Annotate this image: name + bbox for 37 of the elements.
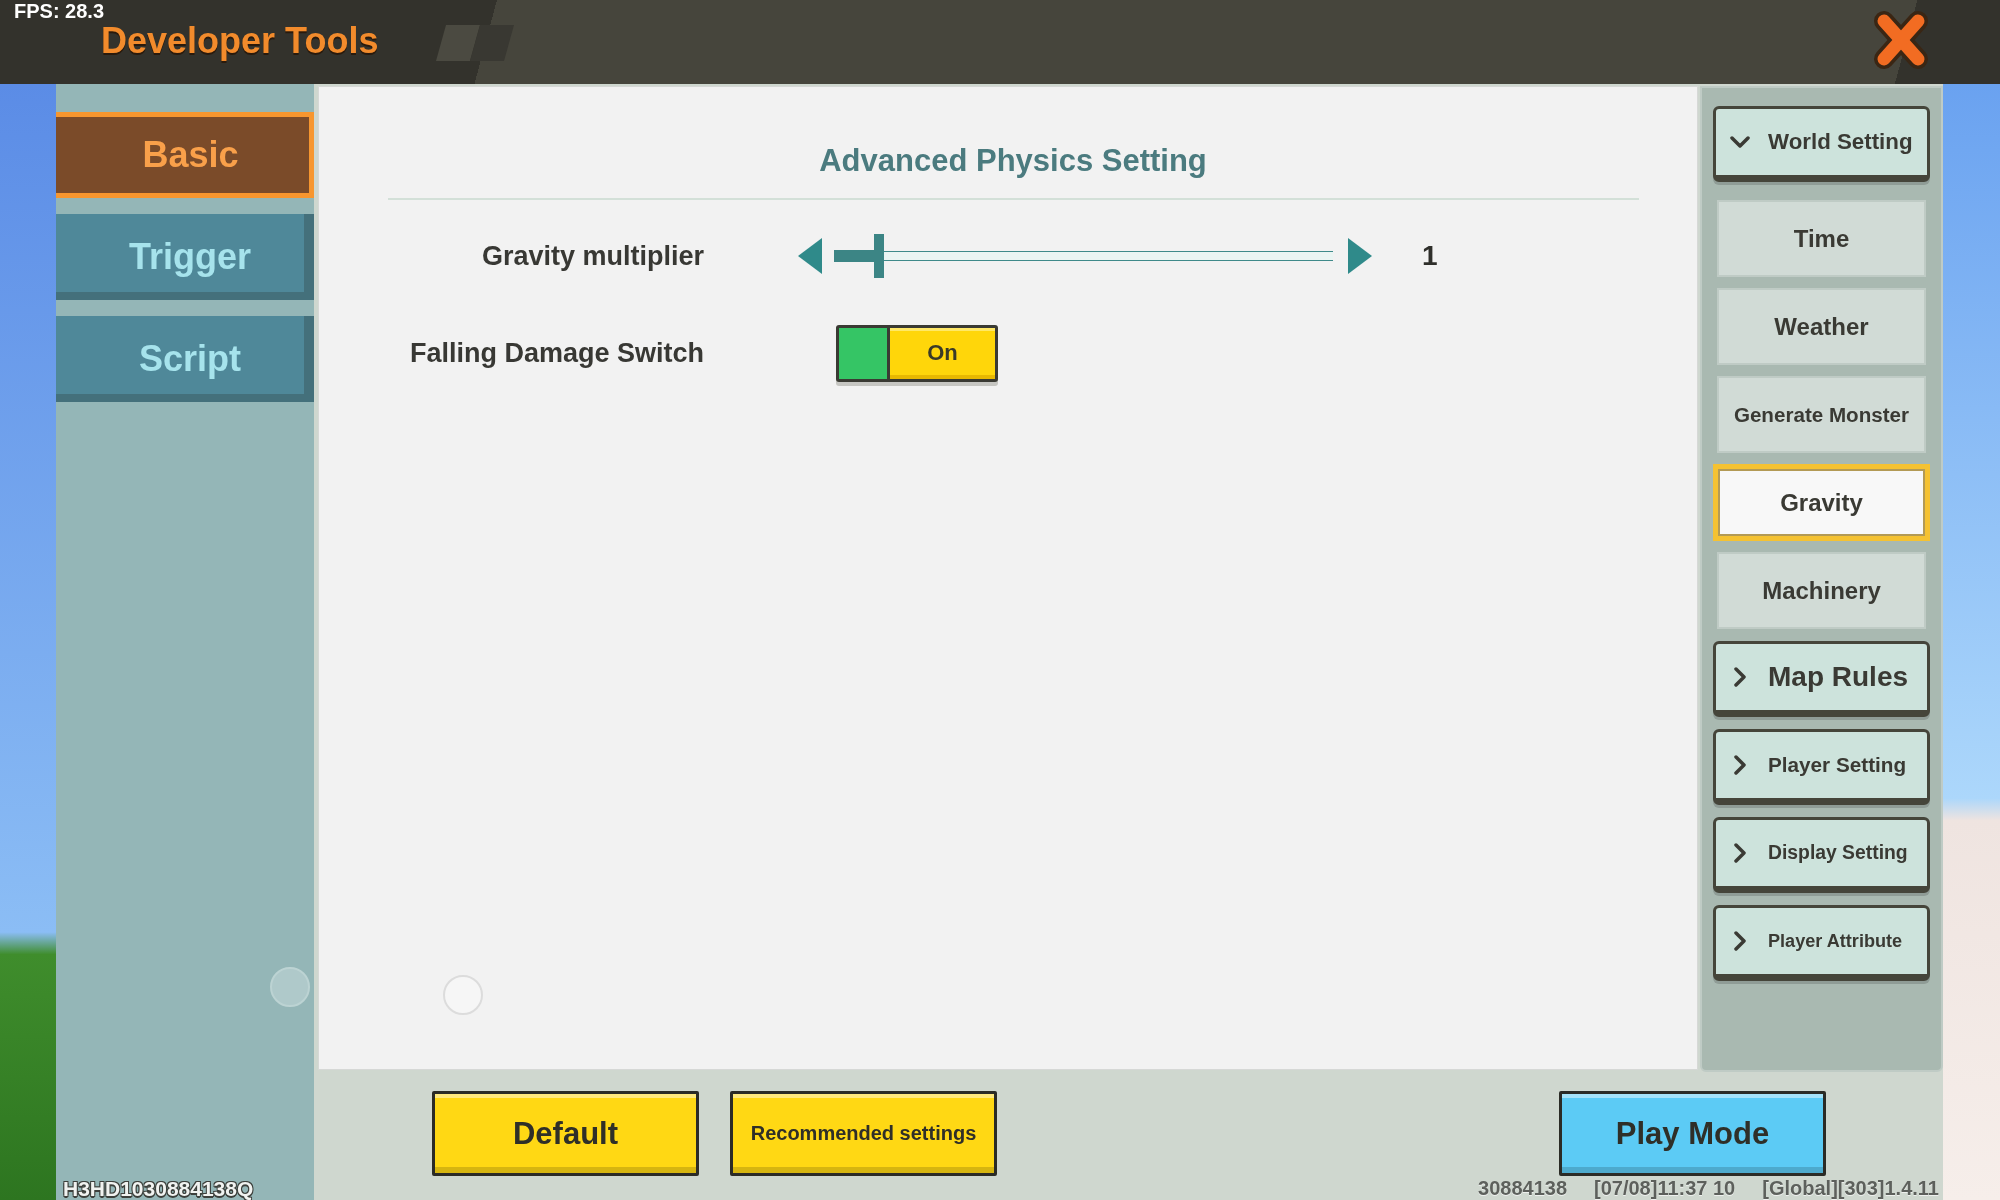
window-title: Developer Tools (101, 20, 379, 62)
menu-group-label: World Setting (1768, 129, 1913, 155)
device-id: H3HD1030884138Q (63, 1178, 254, 1200)
left-triangle-icon[interactable] (798, 238, 822, 274)
setting-label: Gravity multiplier (481, 240, 704, 272)
panel-title: Advanced Physics Setting (818, 142, 1207, 180)
menu-group-button[interactable]: Map Rules (1713, 641, 1930, 717)
menu-item[interactable]: Machinery (1717, 552, 1926, 629)
action-button[interactable]: Recommended settings (730, 1091, 997, 1176)
menu-item[interactable]: Time (1717, 200, 1926, 277)
menu-item[interactable]: Gravity (1713, 464, 1930, 541)
fps-counter: FPS: 28.3 (14, 0, 105, 22)
action-button[interactable]: Play Mode (1559, 1091, 1826, 1176)
status-text: [Global][303]1.4.11 (1762, 1177, 1939, 1199)
menu-item[interactable]: Generate Monster (1717, 376, 1926, 453)
setting-label: Falling Damage Switch (409, 337, 704, 369)
slider-thumb[interactable] (873, 234, 884, 278)
menu-group-label: Player Attribute (1768, 930, 1903, 952)
status-text: 30884138 (1478, 1177, 1567, 1199)
status-text: [07/08]11:37 10 (1594, 1177, 1736, 1199)
circle-icon (443, 975, 483, 1015)
close-icon[interactable] (1872, 10, 1930, 70)
toggle-knob: On (887, 327, 995, 379)
checker-decoration-icon (436, 25, 515, 61)
sidebar-tab[interactable]: Basic (56, 112, 314, 198)
right-triangle-icon[interactable] (1348, 238, 1372, 274)
circle-icon (270, 967, 310, 1007)
menu-item[interactable]: Weather (1717, 288, 1926, 365)
menu-group-button[interactable]: Player Setting (1713, 729, 1930, 805)
menu-group-label: Display Setting (1768, 842, 1908, 864)
menu-group-button[interactable]: Display Setting (1713, 817, 1930, 893)
action-button[interactable]: Default (432, 1091, 699, 1176)
menu-group-label: Map Rules (1768, 661, 1909, 693)
menu-group-button[interactable]: World Setting (1713, 106, 1930, 182)
slider-value: 1 (1422, 240, 1438, 272)
menu-group-button[interactable]: Player Attribute (1713, 905, 1930, 981)
menu-group-label: Player Setting (1768, 753, 1907, 777)
